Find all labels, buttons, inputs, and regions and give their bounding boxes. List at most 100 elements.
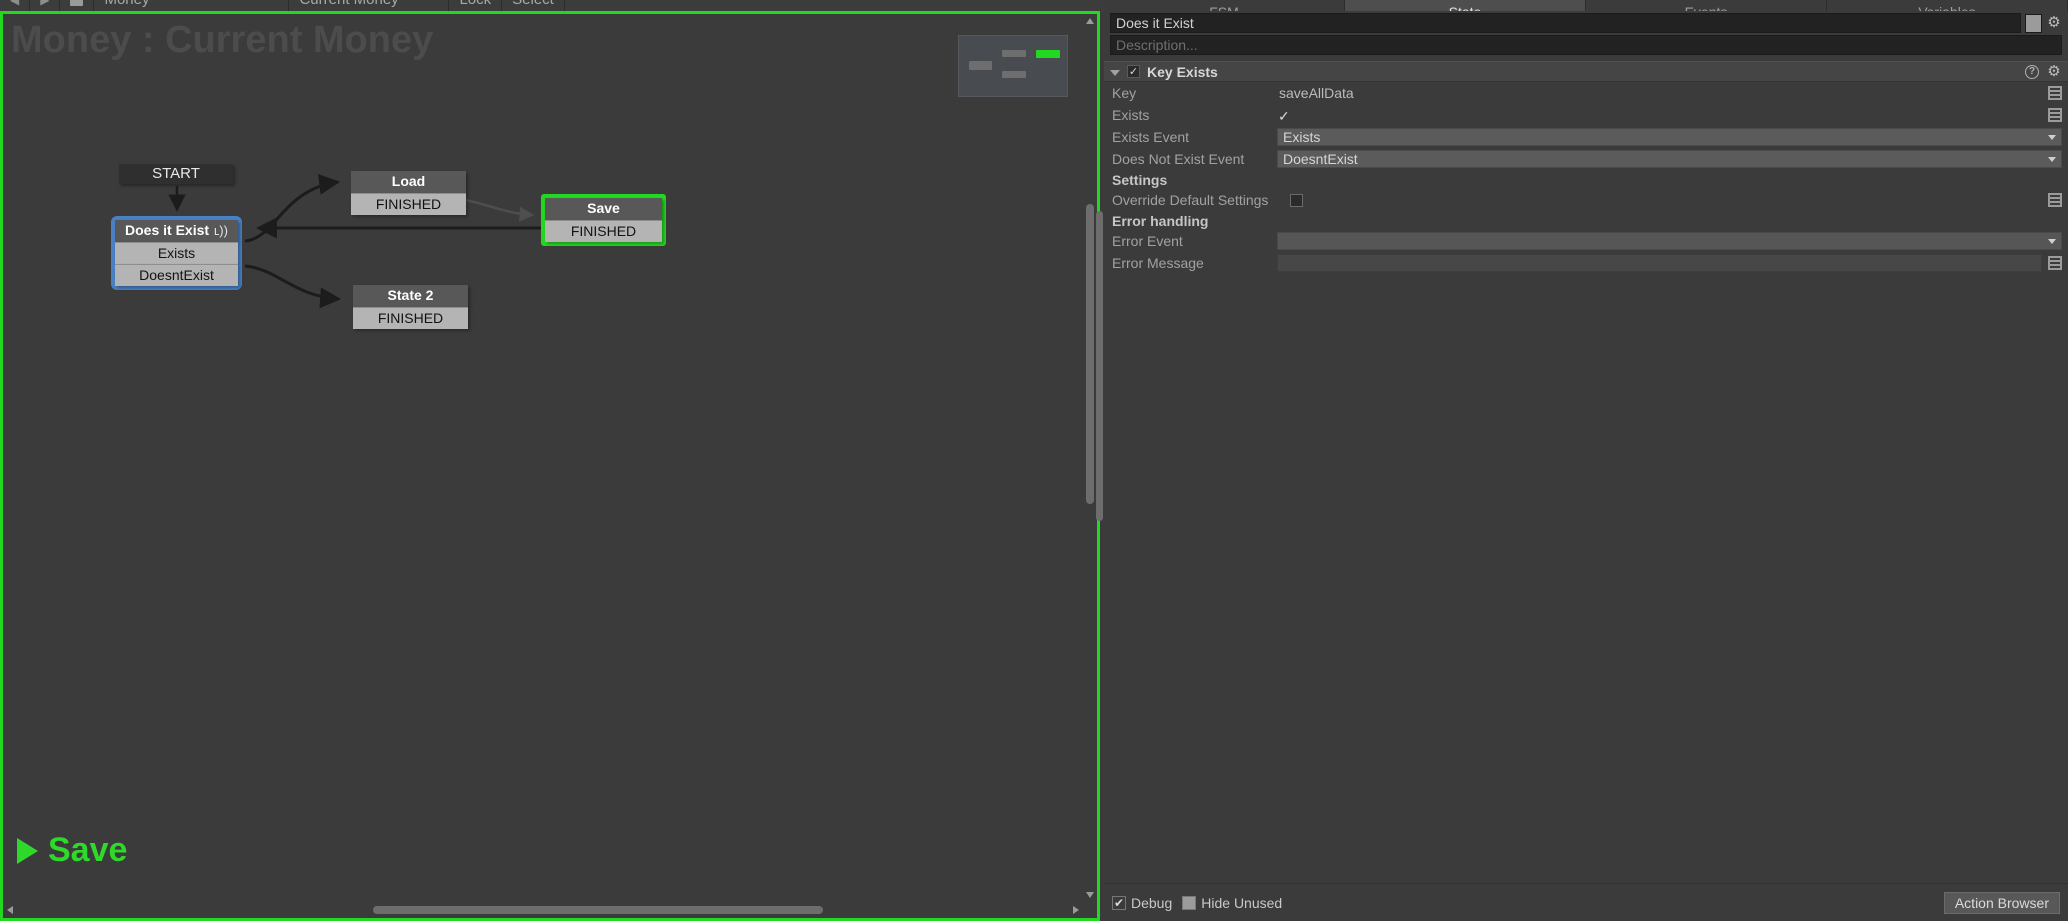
state-node-name: Does it Exist (125, 222, 210, 238)
action-browser-button[interactable]: Action Browser (1943, 891, 2060, 914)
hide-unused-toggle[interactable]: Hide Unused (1182, 895, 1282, 911)
dropdown-does-not-exist-event[interactable]: DoesntExist (1277, 150, 2062, 168)
inspector-vertical-scrollbar[interactable] (1096, 211, 1104, 521)
debug-label: Debug (1131, 894, 1173, 911)
field-menu-icon[interactable] (2048, 193, 2062, 207)
state-node-event-finished[interactable]: FINISHED (353, 307, 468, 329)
chevron-down-icon (2048, 156, 2056, 162)
section-settings: Settings (1112, 172, 1168, 188)
active-state-label: Save (48, 831, 128, 869)
debug-checkbox[interactable]: ✔ (1112, 895, 1126, 910)
state-name-row: Does it Exist ⚙ (1104, 11, 2068, 35)
scroll-left-icon[interactable] (7, 906, 13, 914)
section-error-handling: Error handling (1112, 213, 1209, 229)
dropdown-exists-event[interactable]: Exists (1277, 128, 2062, 146)
scroll-right-icon[interactable] (1073, 906, 1079, 914)
dropdown-does-not-exist-event-value: DoesntExist (1283, 151, 1358, 167)
state-description-row: Description... (1104, 35, 2068, 57)
field-value-error-message-wrap (1277, 254, 2042, 272)
dropdown-error-event[interactable] (1277, 232, 2062, 250)
field-row-key: Key saveAllData (1104, 82, 2068, 104)
input-error-message[interactable] (1277, 254, 2042, 272)
state-node-title: START (119, 164, 233, 184)
broadcast-icon: ʟ)) (214, 223, 228, 238)
tab-state[interactable]: State (1345, 0, 1586, 11)
hamburger-icon (70, 0, 84, 6)
graph-vscroll-thumb[interactable] (1086, 204, 1094, 504)
field-value-error-event-wrap (1277, 232, 2062, 250)
scroll-down-icon[interactable] (1086, 892, 1094, 898)
state-node-event-finished[interactable]: FINISHED (545, 220, 662, 242)
field-label-exists: Exists (1112, 107, 1150, 123)
field-label-error-event: Error Event (1112, 233, 1183, 249)
field-value-exists-wrap: ✓ (1277, 109, 2042, 123)
field-row-does-not-exist-event: Does Not Exist Event DoesntExist (1104, 148, 2068, 170)
active-state-indicator: Save (17, 831, 127, 870)
field-menu-icon[interactable] (2048, 86, 2062, 100)
field-row-error-message: Error Message (1104, 252, 2068, 274)
chevron-down-icon (2048, 238, 2056, 244)
action-enabled-checkbox[interactable]: ✓ (1127, 65, 1140, 78)
graph-horizontal-scrollbar[interactable] (3, 902, 1083, 918)
state-node-does-it-exist[interactable]: Does it Exist ʟ)) Exists DoesntExist (111, 216, 242, 290)
field-value-key[interactable]: saveAllData (1277, 85, 1354, 101)
field-menu-icon[interactable] (2048, 256, 2062, 270)
state-node-save[interactable]: Save FINISHED (541, 194, 666, 246)
graph-vertical-scrollbar[interactable] (1083, 14, 1097, 902)
field-label-override-default-settings: Override Default Settings (1112, 192, 1269, 208)
dropdown-exists-event-value: Exists (1283, 129, 1321, 145)
state-settings-gear-icon[interactable]: ⚙ (2046, 15, 2062, 31)
state-node-load[interactable]: Load FINISHED (351, 171, 466, 215)
state-node-start[interactable]: START (119, 164, 233, 184)
fsm-graph-viewport[interactable]: Money : Current Money START Does it Exis… (0, 11, 1100, 921)
field-row-exists: Exists ✓ (1104, 104, 2068, 126)
play-icon (17, 837, 38, 864)
field-label-exists-event: Exists Event (1112, 129, 1190, 145)
tab-fsm[interactable]: FSM (1104, 0, 1345, 11)
field-menu-icon[interactable] (2048, 108, 2062, 122)
field-row-error-event: Error Event (1104, 230, 2068, 252)
state-node-title: State 2 (353, 285, 468, 307)
hide-unused-checkbox[interactable] (1182, 895, 1197, 910)
chevron-down-icon (2048, 134, 2056, 140)
state-node-event-exists[interactable]: Exists (115, 242, 238, 264)
inspector-tabs: FSM State Events Variables (1104, 0, 2068, 11)
playmaker-fsm-editor: ◀ ▶ Money Current Money Lock Select Mone… (0, 0, 2068, 921)
field-value-doesnt-exist-wrap: DoesntExist (1277, 150, 2062, 168)
state-node-title: Save (545, 198, 662, 220)
state-node-title: Load (351, 171, 466, 193)
field-row-override-default-settings: Override Default Settings (1104, 189, 2068, 211)
state-description-input[interactable]: Description... (1110, 35, 2062, 55)
action-header-key-exists[interactable]: ✓ Key Exists ? ⚙ (1104, 61, 2068, 82)
state-inspector-panel: FSM State Events Variables Does it Exist… (1096, 0, 2068, 921)
state-node-title: Does it Exist ʟ)) (115, 220, 238, 242)
debug-toggle[interactable]: ✔ Debug (1112, 895, 1172, 911)
field-label-key: Key (1112, 85, 1137, 101)
state-node-event-finished[interactable]: FINISHED (351, 193, 466, 215)
state-node-state-2[interactable]: State 2 FINISHED (353, 285, 468, 329)
field-checkbox-exists[interactable]: ✓ (1277, 109, 1290, 123)
tab-variables[interactable]: Variables (1827, 0, 2068, 11)
state-color-swatch[interactable] (2025, 13, 2042, 33)
inspector-bottom-bar: ✔ Debug Hide Unused Action Browser (1104, 883, 2068, 921)
action-gear-icon[interactable]: ⚙ (2046, 63, 2062, 80)
state-name-input[interactable]: Does it Exist (1110, 13, 2021, 33)
field-label-error-message: Error Message (1112, 255, 1204, 271)
field-row-exists-event: Exists Event Exists (1104, 126, 2068, 148)
action-title: Key Exists (1147, 63, 1218, 80)
field-value-override-wrap (1290, 193, 2042, 207)
hide-unused-label: Hide Unused (1201, 894, 1283, 911)
field-checkbox-override-default-settings[interactable] (1290, 193, 1303, 207)
tab-events[interactable]: Events (1586, 0, 1827, 11)
field-label-does-not-exist-event: Does Not Exist Event (1112, 151, 1245, 167)
graph-hscroll-thumb[interactable] (373, 906, 823, 914)
field-value-key-wrap: saveAllData (1277, 85, 2042, 101)
transition-links-layer (168, 173, 665, 309)
help-icon[interactable]: ? (2025, 64, 2039, 79)
foldout-triangle-icon[interactable] (1110, 69, 1120, 76)
inspector-content: Does it Exist ⚙ Description... ✓ Key Exi… (1096, 11, 2068, 883)
fsm-graph-canvas[interactable]: Money : Current Money START Does it Exis… (3, 14, 1083, 902)
inspector-vscroll-thumb[interactable] (1096, 211, 1103, 521)
scroll-up-icon[interactable] (1086, 18, 1094, 24)
state-node-event-doesntexist[interactable]: DoesntExist (115, 264, 238, 286)
